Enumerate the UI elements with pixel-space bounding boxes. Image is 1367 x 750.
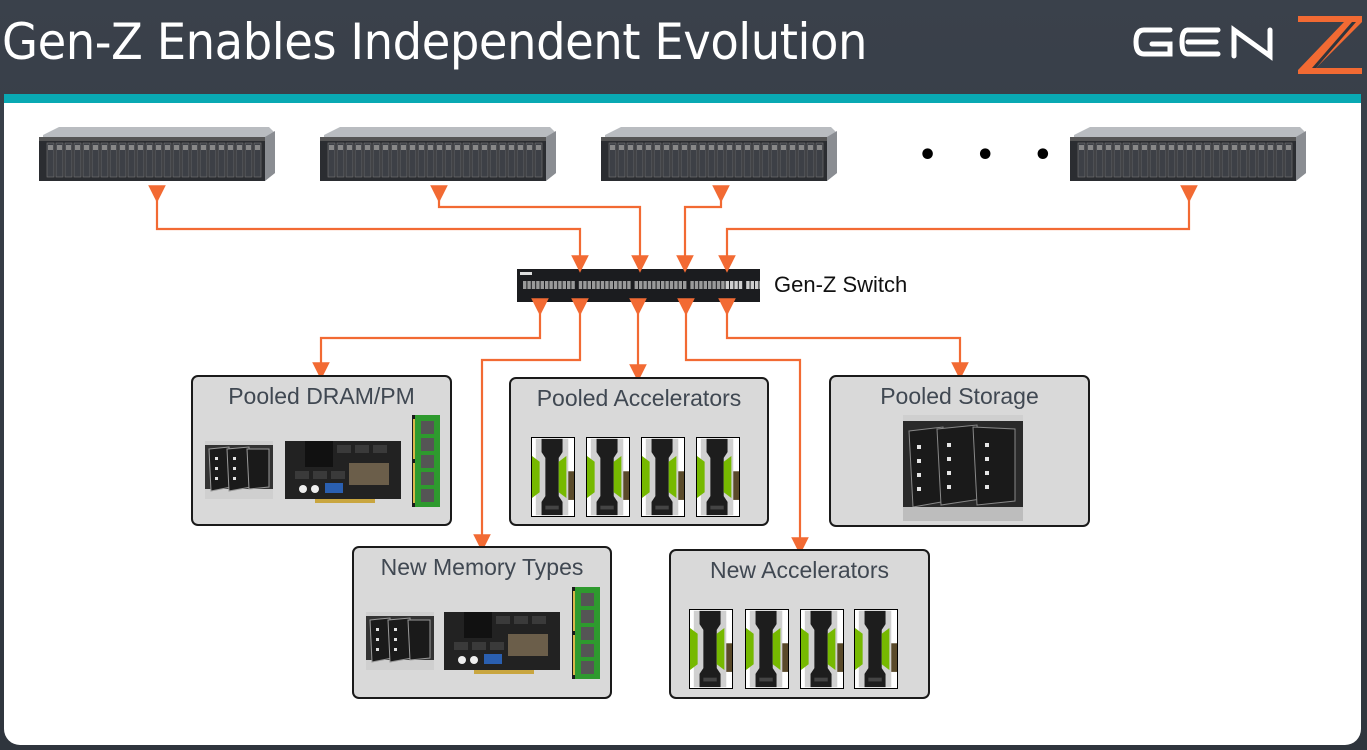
pcie-memory-card-icon xyxy=(285,441,401,503)
server-2 xyxy=(319,127,556,182)
gpu-card-icon xyxy=(696,437,740,517)
dimm-module-icon xyxy=(412,415,440,507)
pool-title: New Accelerators xyxy=(710,557,889,583)
pool-title: Pooled Accelerators xyxy=(536,385,742,411)
pool-storage: Pooled Storage xyxy=(829,375,1090,527)
gpu-card-icon xyxy=(641,437,685,517)
more-servers-ellipsis: • • • xyxy=(918,138,1067,173)
gpu-card-icon xyxy=(854,609,898,689)
drive-bay-icon xyxy=(903,415,1023,521)
gpu-card-icon xyxy=(586,437,630,517)
pcie-memory-card-icon xyxy=(444,612,560,674)
storage-sled-icon xyxy=(205,441,273,499)
storage-sled-icon xyxy=(366,612,434,670)
gpu-card-icon xyxy=(689,609,733,689)
gpu-card-icon xyxy=(745,609,789,689)
dimm-module-icon xyxy=(572,587,600,679)
server-1 xyxy=(38,127,275,182)
pool-new-memory: New Memory Types xyxy=(352,546,612,699)
accent-bar xyxy=(4,94,1361,103)
gpu-card-icon xyxy=(800,609,844,689)
pool-title: Pooled Storage xyxy=(880,383,1039,409)
gpu-card-icon xyxy=(531,437,575,517)
pool-title: Pooled DRAM/PM xyxy=(228,383,415,409)
slide-title: Gen-Z Enables Independent Evolution xyxy=(2,13,867,71)
switch-label: Gen-Z Switch xyxy=(774,272,908,297)
server-n xyxy=(1069,127,1306,182)
pool-accelerators: Pooled Accelerators xyxy=(509,377,769,526)
network-switch-icon xyxy=(517,269,760,302)
pool-dram-pm: Pooled DRAM/PM xyxy=(191,375,452,526)
server-3 xyxy=(600,127,837,182)
pool-title: New Memory Types xyxy=(380,554,584,580)
pool-new-accelerators: New Accelerators xyxy=(669,549,930,699)
genz-logo-icon xyxy=(1133,16,1362,74)
